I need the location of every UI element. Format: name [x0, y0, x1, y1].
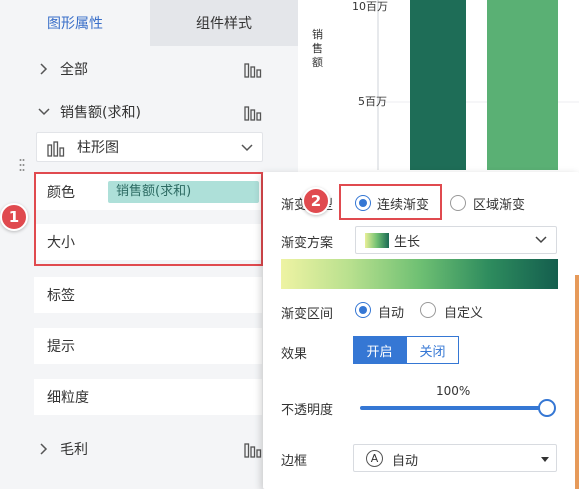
gradient-swatch — [365, 233, 389, 248]
opacity-label: 不透明度 — [281, 403, 334, 418]
highlight-box-continuous — [339, 184, 442, 220]
gradient-scheme-select[interactable]: 生长 — [355, 226, 557, 254]
attribute-tooltip[interactable]: 提示 — [34, 328, 262, 364]
radio-range-custom[interactable] — [420, 302, 436, 318]
radio-label: 自动 — [378, 306, 405, 321]
chart-bar — [410, 0, 466, 170]
caret-down-icon — [541, 457, 549, 462]
step-badge-2: 2 — [302, 187, 330, 215]
border-value: 自动 — [392, 454, 419, 469]
step-badge-1: 1 — [0, 203, 28, 231]
chart-type-select[interactable]: 柱形图 — [36, 132, 263, 162]
y-axis-title-char: 额 — [312, 56, 323, 69]
tab-graphic-properties[interactable]: 图形属性 — [0, 0, 150, 46]
attribute-label-tag[interactable]: 标签 — [34, 277, 262, 313]
chevron-right-icon[interactable] — [37, 442, 51, 456]
border-select[interactable]: A 自动 — [353, 444, 557, 472]
effect-off-button[interactable]: 关闭 — [406, 336, 459, 364]
y-tick-label: 10百万 — [352, 0, 388, 13]
tree-item-label: 销售额(求和) — [60, 105, 141, 121]
bar-chart-icon[interactable] — [244, 103, 262, 121]
radio-area-gradient[interactable] — [450, 195, 466, 211]
radio-label: 区域渐变 — [473, 198, 526, 213]
tree-item-label: 全部 — [60, 62, 88, 78]
panel-edge-accent — [575, 275, 579, 489]
tree-item-all[interactable]: 全部 — [0, 51, 298, 87]
drag-handle-icon[interactable] — [19, 158, 25, 172]
gradient-preview-bar — [281, 259, 558, 289]
chart-type-value: 柱形图 — [77, 140, 119, 156]
opacity-value: 100% — [436, 384, 471, 398]
radio-label: 自定义 — [444, 306, 484, 321]
attribute-label: 标签 — [47, 288, 75, 304]
chart-bar — [487, 0, 558, 170]
tab-component-style[interactable]: 组件样式 — [150, 0, 298, 46]
opacity-slider-thumb[interactable] — [538, 399, 556, 417]
tree-item-profit[interactable]: 毛利 — [0, 431, 298, 467]
radio-range-auto[interactable] — [355, 302, 371, 318]
attribute-label: 提示 — [47, 339, 75, 355]
effect-label: 效果 — [281, 347, 308, 362]
bar-chart-icon[interactable] — [244, 60, 262, 78]
bar-chart-icon — [47, 139, 65, 157]
attribute-granularity[interactable]: 细粒度 — [34, 379, 262, 415]
opacity-slider-track[interactable] — [360, 406, 546, 410]
effect-on-button[interactable]: 开启 — [353, 336, 406, 364]
highlight-box-color-size — [34, 172, 263, 266]
gradient-range-label: 渐变区间 — [281, 307, 334, 322]
chevron-right-icon[interactable] — [37, 62, 51, 76]
chevron-down-icon — [240, 141, 254, 155]
tree-item-label: 毛利 — [60, 442, 88, 458]
gradient-scheme-label: 渐变方案 — [281, 236, 334, 251]
attribute-label: 细粒度 — [47, 390, 89, 406]
y-tick-label: 5百万 — [358, 95, 387, 108]
scheme-value: 生长 — [394, 235, 421, 250]
border-label: 边框 — [281, 454, 308, 469]
bar-chart-icon[interactable] — [244, 440, 262, 458]
chevron-down-icon — [534, 233, 548, 247]
chevron-down-icon[interactable] — [37, 105, 51, 119]
tree-item-sales[interactable]: 销售额(求和) — [0, 94, 298, 130]
auto-a-icon: A — [366, 450, 383, 467]
